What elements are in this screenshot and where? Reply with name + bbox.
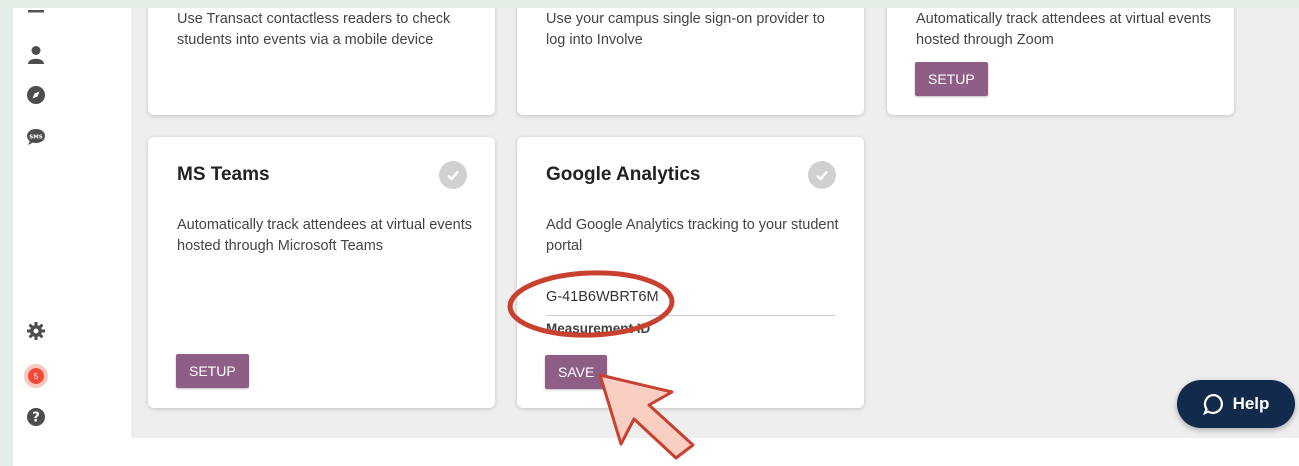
google-analytics-card: Google Analytics Add Google Analytics tr… <box>517 137 864 408</box>
zoom-setup-button[interactable]: SETUP <box>915 62 988 96</box>
ms-teams-description: Automatically track attendees at virtual… <box>177 217 472 254</box>
compass-icon[interactable] <box>25 84 47 106</box>
google-analytics-description: Add Google Analytics tracking to your st… <box>546 217 839 254</box>
app-screen: SMS 5 ? Use Transact contactless readers… <box>13 8 1299 466</box>
zoom-description: Automatically track attendees at virtual… <box>916 11 1211 48</box>
sso-description: Use your campus single sign-on provider … <box>546 11 825 48</box>
help-label: Help <box>1232 394 1270 413</box>
check-icon <box>439 161 467 189</box>
ms-teams-setup-button[interactable]: SETUP <box>176 354 249 388</box>
menu-icon[interactable] <box>25 8 47 18</box>
notifications-badge[interactable]: 5 <box>25 365 47 387</box>
measurement-id-input[interactable] <box>546 279 836 316</box>
ms-teams-title: MS Teams <box>177 164 270 185</box>
bottom-strip <box>13 438 1299 466</box>
integrations-content: Use Transact contactless readers to chec… <box>131 8 1299 438</box>
chat-bubble-icon <box>1202 393 1223 415</box>
person-icon[interactable] <box>25 44 47 66</box>
save-button[interactable]: SAVE <box>545 355 608 389</box>
sso-card: Use your campus single sign-on provider … <box>517 8 864 115</box>
sidebar: SMS 5 ? <box>13 8 61 438</box>
transact-card: Use Transact contactless readers to chec… <box>148 8 495 115</box>
google-analytics-title: Google Analytics <box>546 164 701 185</box>
gear-icon[interactable] <box>25 320 47 342</box>
help-button[interactable]: Help <box>1177 380 1295 428</box>
measurement-id-label: Measurement ID <box>546 321 651 336</box>
notification-count: 5 <box>28 368 44 384</box>
sms-icon[interactable]: SMS <box>25 126 47 148</box>
ms-teams-card: MS Teams Automatically track attendees a… <box>148 137 495 408</box>
svg-text:?: ? <box>32 411 40 426</box>
transact-description: Use Transact contactless readers to chec… <box>177 11 451 48</box>
zoom-card: Automatically track attendees at virtual… <box>887 8 1234 115</box>
help-circle-icon[interactable]: ? <box>25 406 47 428</box>
check-icon <box>808 161 836 189</box>
svg-text:SMS: SMS <box>29 135 42 141</box>
